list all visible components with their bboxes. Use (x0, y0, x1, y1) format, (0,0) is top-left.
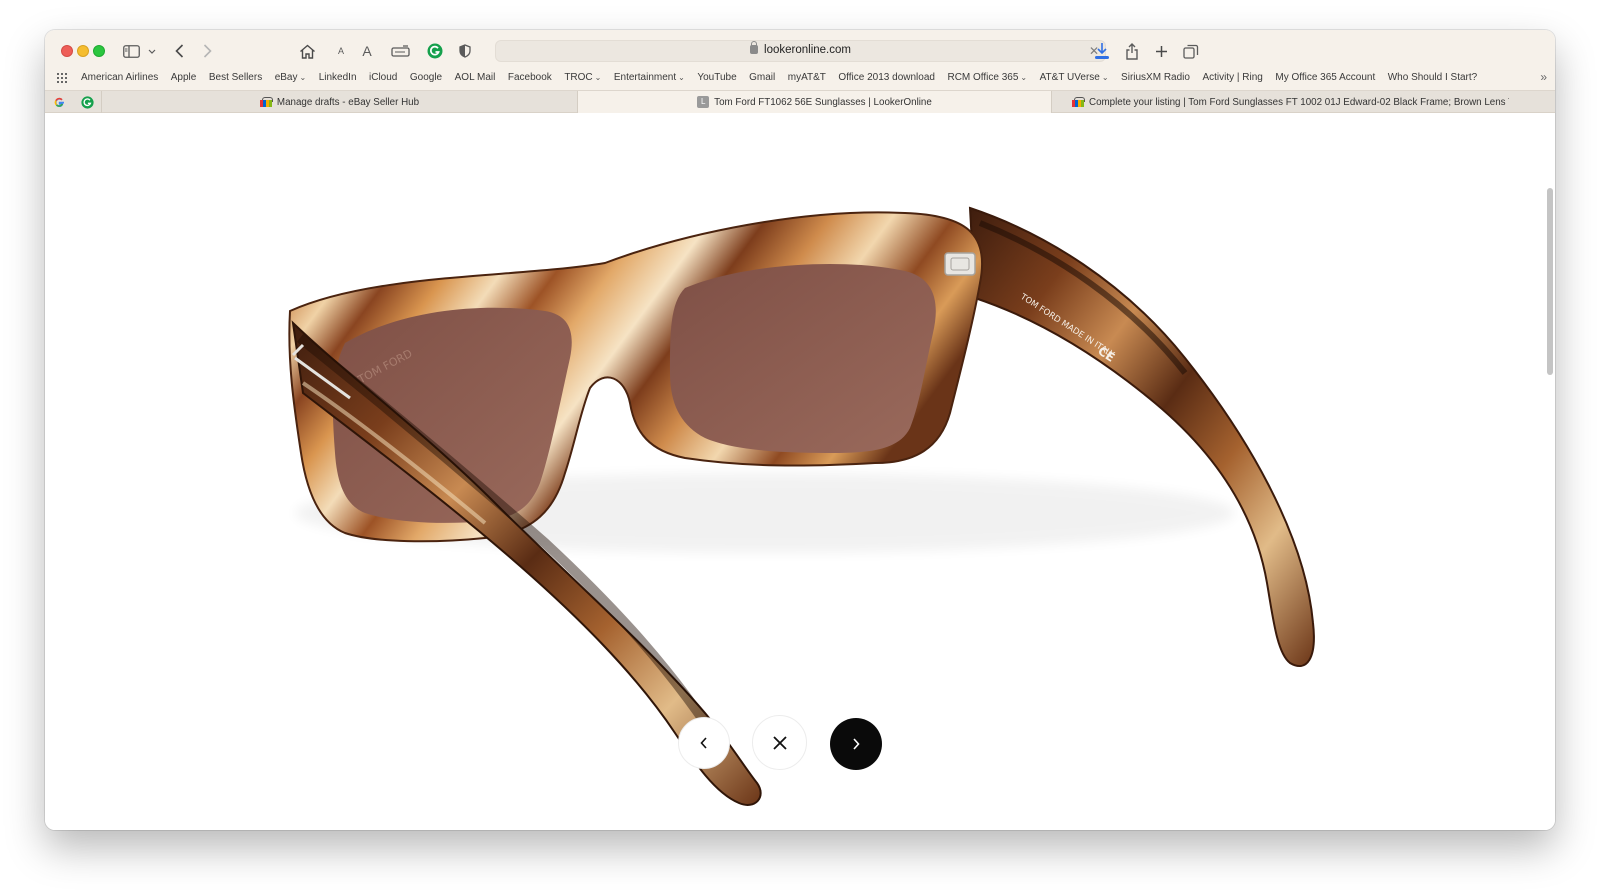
bookmark-item[interactable]: RCM Office 365 ⌄ (947, 72, 1027, 83)
lookeronline-favicon-icon: L (697, 96, 710, 108)
browser-toolbar: A A lookeronline.com ✕ (45, 30, 1555, 72)
product-lightbox: TOM FORD TOM FORD MADE IN ITALY CE (45, 113, 1555, 830)
window-minimize-button[interactable] (77, 45, 89, 57)
bookmark-label: RCM Office 365 (947, 72, 1019, 83)
bookmark-label: Gmail (749, 72, 776, 83)
bookmark-label: myAT&T (787, 72, 826, 83)
window-close-button[interactable] (61, 45, 73, 57)
share-icon[interactable] (1122, 39, 1142, 63)
bookmark-item[interactable]: TROC ⌄ (564, 72, 601, 83)
extension-icon[interactable] (389, 39, 413, 63)
back-icon[interactable] (170, 39, 188, 63)
bookmark-item[interactable]: myAT&T (788, 72, 826, 83)
bookmark-label: Activity | Ring (1202, 72, 1263, 83)
new-tab-icon[interactable] (1151, 39, 1171, 63)
privacy-shield-icon[interactable] (456, 39, 474, 63)
chevron-right-icon (853, 738, 860, 750)
page-scrollbar[interactable] (1547, 188, 1553, 375)
bookmark-item[interactable]: Office 2013 download (838, 72, 935, 83)
next-image-button[interactable] (830, 718, 882, 770)
tab-ebay-listing[interactable]: Complete your listing | Tom Ford Sunglas… (1051, 91, 1529, 113)
bookmark-label: iCloud (369, 72, 398, 83)
chevron-down-icon: ⌄ (594, 73, 602, 82)
tab-ebay-drafts[interactable]: Manage drafts - eBay Seller Hub (101, 91, 577, 113)
bookmark-label: YouTube (697, 72, 737, 83)
bookmark-label: Who Should I Start? (1387, 72, 1478, 83)
bookmark-label: eBay (274, 72, 298, 83)
bookmark-item[interactable]: Best Sellers (209, 72, 262, 83)
bookmark-item[interactable]: eBay ⌄ (275, 72, 307, 83)
bookmark-label: AOL Mail (454, 72, 496, 83)
downloads-icon[interactable] (1092, 39, 1112, 63)
window-maximize-button[interactable] (93, 45, 105, 57)
bookmark-item[interactable]: My Office 365 Account (1275, 72, 1375, 83)
tab-overview-icon[interactable] (1181, 39, 1201, 63)
chevron-down-icon: ⌄ (1020, 73, 1028, 82)
bookmark-label: Apple (170, 72, 197, 83)
bookmark-item[interactable]: AT&T UVerse ⌄ (1040, 72, 1109, 83)
bookmark-label: AT&T UVerse (1039, 72, 1100, 83)
tab-title: Manage drafts - eBay Seller Hub (276, 96, 420, 108)
bookmark-item[interactable]: Google (410, 72, 442, 83)
ebay-bag-icon (1072, 97, 1085, 107)
close-lightbox-button[interactable] (752, 715, 807, 770)
bookmark-item[interactable]: AOL Mail (455, 72, 496, 83)
bookmark-list: American Airlines Apple Best Sellers eBay ⌄ L… (81, 72, 1490, 83)
bookmark-label: Best Sellers (208, 72, 263, 83)
bookmark-item[interactable]: Entertainment ⌄ (614, 72, 685, 83)
grammarly-pinned-tab-icon[interactable] (79, 94, 95, 110)
chevron-down-icon: ⌄ (299, 73, 307, 82)
bookmarks-bar: American Airlines Apple Best Sellers eBay ⌄ L… (45, 68, 1555, 90)
chevron-down-icon[interactable] (146, 39, 158, 63)
bookmark-item[interactable]: SiriusXM Radio (1121, 72, 1190, 83)
bookmark-label: My Office 365 Account (1275, 72, 1376, 83)
text-smaller-icon[interactable]: A (334, 39, 348, 63)
bookmark-label: Office 2013 download (838, 72, 935, 83)
close-icon (772, 735, 787, 750)
previous-image-button[interactable] (678, 717, 730, 769)
chevron-left-icon (700, 737, 707, 749)
home-icon[interactable] (296, 39, 318, 63)
tab-lookeronline[interactable]: L Tom Ford FT1062 56E Sunglasses | Looke… (577, 91, 1051, 113)
bookmark-item[interactable]: Apple (171, 72, 197, 83)
browser-window: A A lookeronline.com ✕ American Airlines… (45, 30, 1555, 830)
bookmark-item[interactable]: Gmail (749, 72, 775, 83)
sidebar-toggle-icon[interactable] (121, 39, 141, 63)
bookmark-label: Google (409, 72, 443, 83)
address-bar[interactable]: lookeronline.com ✕ (495, 40, 1106, 62)
bookmark-label: American Airlines (81, 72, 159, 83)
tab-bar: Manage drafts - eBay Seller Hub L Tom Fo… (45, 90, 1555, 113)
bookmark-label: TROC (564, 72, 593, 83)
ebay-bag-icon (259, 97, 273, 107)
bookmark-label: Facebook (507, 72, 552, 83)
bookmark-item[interactable]: Activity | Ring (1202, 72, 1262, 83)
forward-icon[interactable] (198, 39, 216, 63)
bookmark-item[interactable]: iCloud (369, 72, 397, 83)
text-larger-icon[interactable]: A (359, 39, 375, 63)
apps-grid-icon[interactable] (57, 73, 69, 83)
bookmark-item[interactable]: YouTube (697, 72, 736, 83)
bookmark-label: SiriusXM Radio (1121, 72, 1190, 83)
bookmark-label: Entertainment (613, 72, 677, 83)
lock-icon (750, 41, 759, 54)
chevron-down-icon: ⌄ (678, 73, 685, 82)
bookmark-item[interactable]: Facebook (508, 72, 552, 83)
url-text: lookeronline.com (764, 44, 851, 56)
bookmark-item[interactable]: Who Should I Start? (1388, 72, 1478, 83)
bookmark-label: LinkedIn (318, 72, 357, 83)
tab-title: Complete your listing | Tom Ford Sunglas… (1089, 96, 1509, 108)
bookmark-item[interactable]: LinkedIn (319, 72, 357, 83)
grammarly-icon[interactable] (425, 39, 445, 63)
chevron-down-icon: ⌄ (1101, 73, 1109, 82)
bookmark-item[interactable]: American Airlines (81, 72, 158, 83)
tab-title: Tom Ford FT1062 56E Sunglasses | LookerO… (714, 96, 932, 108)
more-bookmarks-icon[interactable]: » (1540, 70, 1547, 84)
google-pinned-tab-icon[interactable] (51, 94, 67, 110)
